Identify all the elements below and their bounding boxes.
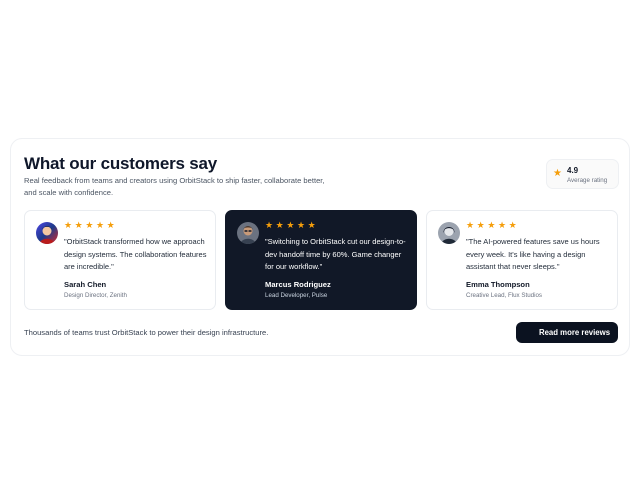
read-more-reviews-button[interactable]: Read more reviews [516, 322, 618, 343]
star-rating: ★★★★★ [265, 220, 319, 230]
testimonials-section: What our customers say Real feedback fro… [10, 138, 630, 356]
testimonial-card-featured: ★★★★★ "Switching to OrbitStack cut our d… [225, 210, 417, 310]
testimonial-quote: "The AI-powered features save us hours e… [466, 237, 600, 271]
testimonial-card: ★★★★★ "OrbitStack transformed how we app… [24, 210, 216, 310]
author-role: Lead Developer, Pulse [265, 292, 328, 299]
rating-label: Average rating [567, 177, 608, 184]
star-rating: ★★★★★ [64, 220, 118, 230]
author-name: Emma Thompson [466, 280, 530, 289]
testimonial-quote: "OrbitStack transformed how we approach … [64, 237, 207, 271]
section-subtitle: Real feedback from teams and creators us… [24, 176, 325, 197]
avatar [438, 222, 460, 244]
star-icon: ★ [553, 168, 562, 179]
testimonial-quote: "Switching to OrbitStack cut our design-… [265, 237, 406, 271]
author-role: Creative Lead, Flux Studios [466, 292, 543, 299]
trust-statement: Thousands of teams trust OrbitStack to p… [24, 328, 269, 337]
avatar [237, 222, 259, 244]
author-name: Marcus Rodriguez [265, 280, 331, 289]
testimonial-card: ★★★★★ "The AI-powered features save us h… [426, 210, 618, 310]
rating-value: 4.9 [567, 166, 579, 175]
author-name: Sarah Chen [64, 280, 107, 289]
star-rating: ★★★★★ [466, 220, 520, 230]
section-title: What our customers say [24, 154, 218, 173]
avatar [36, 222, 58, 244]
average-rating-badge: ★ 4.9 Average rating [546, 159, 619, 189]
author-role: Design Director, Zenith [64, 292, 127, 299]
